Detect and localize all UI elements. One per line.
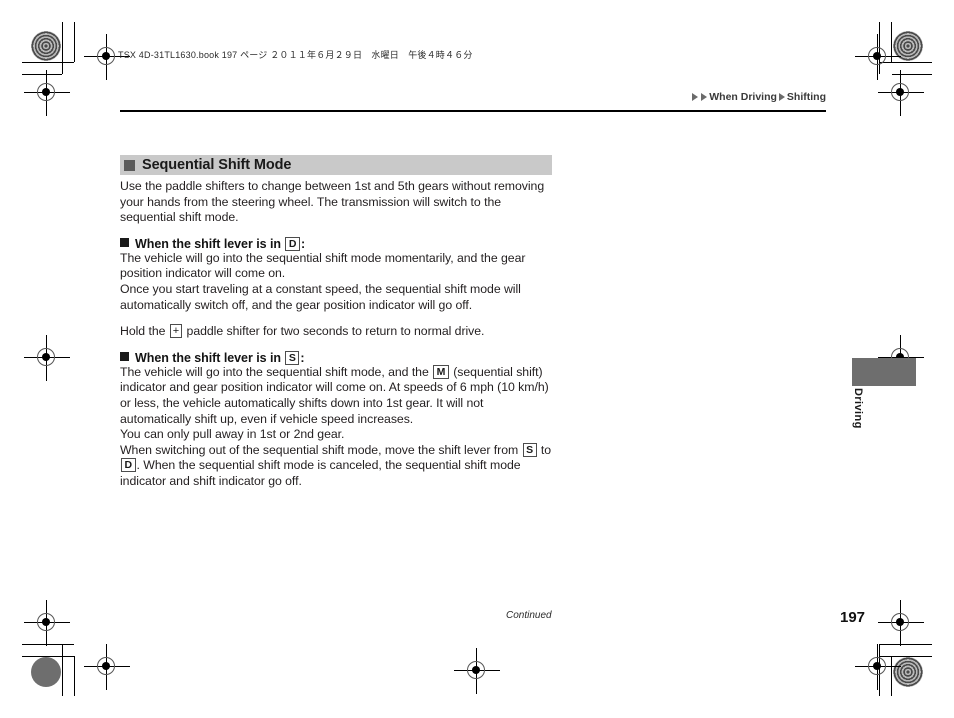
crosshair-target bbox=[878, 70, 924, 116]
continued-label: Continued bbox=[506, 610, 552, 621]
subheading-sport-colon: : bbox=[300, 350, 305, 365]
paddle-plus-icon: + bbox=[169, 324, 183, 339]
sport-paragraph-2: You can only pull away in 1st or 2nd gea… bbox=[120, 427, 345, 442]
crop-line bbox=[74, 656, 75, 696]
body-column: Use the paddle shifters to change betwee… bbox=[120, 179, 552, 490]
header-rule bbox=[120, 110, 826, 112]
sport-paragraph-3: When switching out of the sequential shi… bbox=[120, 442, 552, 490]
section-title: Sequential Shift Mode bbox=[142, 157, 292, 173]
subheading-drive: When the shift lever is in D: bbox=[120, 236, 552, 251]
intro-paragraph: Use the paddle shifters to change betwee… bbox=[120, 179, 545, 225]
square-bullet-icon bbox=[120, 351, 129, 361]
breadcrumb-subsection: Shifting bbox=[786, 91, 826, 103]
triangle-icon bbox=[778, 93, 785, 101]
square-bullet-icon bbox=[124, 159, 135, 171]
crosshair-target bbox=[24, 70, 70, 116]
side-tab-block bbox=[852, 358, 916, 386]
gear-d-icon: D bbox=[121, 458, 136, 473]
drive-paragraph-1: The vehicle will go into the sequential … bbox=[120, 250, 526, 281]
gear-m-icon: M bbox=[433, 364, 449, 379]
side-tab-label: Driving bbox=[852, 388, 864, 429]
drive-paragraph-2: Once you start traveling at a constant s… bbox=[120, 281, 521, 312]
hold-paddle-prefix: Hold the bbox=[120, 324, 166, 339]
page-number: 197 bbox=[840, 609, 866, 626]
subheading-drive-text: When the shift lever is in bbox=[135, 236, 281, 251]
subheading-sport-text: When the shift lever is in bbox=[135, 350, 281, 365]
breadcrumb-section: When Driving bbox=[709, 91, 777, 103]
crop-line bbox=[74, 22, 75, 62]
crop-line bbox=[22, 62, 74, 63]
solid-registration-dot bbox=[31, 657, 61, 687]
gear-s-icon: S bbox=[522, 442, 537, 457]
section-heading: Sequential Shift Mode bbox=[120, 155, 552, 175]
gear-d-icon: D bbox=[285, 236, 300, 251]
sport-paragraph-1-part-a: The vehicle will go into the sequential … bbox=[120, 364, 429, 379]
crosshair-target bbox=[855, 644, 901, 690]
print-job-header: TSX 4D-31TL1630.book 197 ページ ２０１１年６月２９日 … bbox=[118, 50, 473, 60]
crosshair-target bbox=[84, 644, 130, 690]
crop-line bbox=[62, 644, 63, 696]
sport-paragraph-3-part-c: . When the sequential shift mode is canc… bbox=[120, 458, 521, 488]
crosshair-target bbox=[24, 335, 70, 381]
subheading-drive-colon: : bbox=[300, 236, 306, 251]
triangle-icon bbox=[701, 93, 708, 101]
hold-paddle-paragraph: Hold the + paddle shifter for two second… bbox=[120, 324, 552, 340]
crosshair-target bbox=[878, 600, 924, 646]
crosshair-target bbox=[454, 648, 500, 694]
breadcrumb: When Driving Shifting bbox=[691, 91, 826, 103]
hold-paddle-suffix: paddle shifter for two seconds to return… bbox=[186, 324, 485, 339]
sport-paragraph-1: The vehicle will go into the sequential … bbox=[120, 364, 552, 427]
sport-paragraph-3-part-b: to bbox=[540, 442, 552, 457]
sport-paragraph-3-part-a: When switching out of the sequential shi… bbox=[120, 442, 519, 457]
square-bullet-icon bbox=[120, 237, 129, 247]
subheading-sport: When the shift lever is in S: bbox=[120, 350, 552, 365]
triangle-icon bbox=[692, 93, 699, 101]
gear-s-icon: S bbox=[285, 350, 300, 365]
crosshair-target bbox=[24, 600, 70, 646]
crop-line bbox=[62, 22, 63, 74]
halftone-registration-dot bbox=[31, 31, 61, 61]
